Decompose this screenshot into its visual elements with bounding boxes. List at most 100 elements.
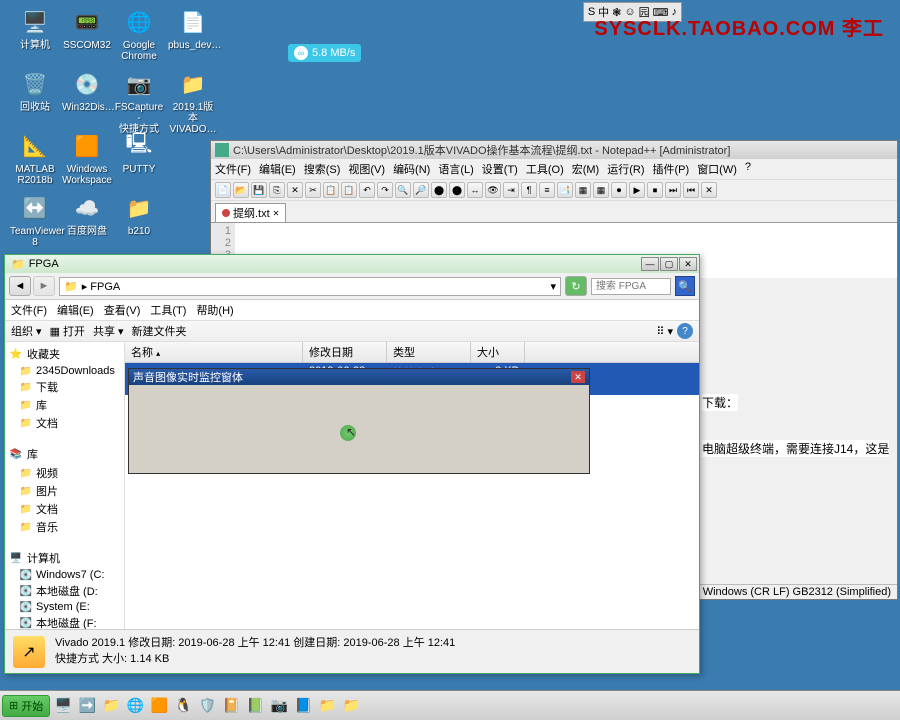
npp-tab-active[interactable]: 提纲.txt ✕ [215, 203, 286, 222]
taskbar-app[interactable]: 📁 [340, 695, 362, 717]
taskbar-app[interactable]: 📔 [220, 695, 242, 717]
tree-node[interactable]: 📁视频 [7, 464, 122, 482]
menu-item[interactable]: 帮助(H) [196, 302, 233, 318]
search-input[interactable] [591, 278, 671, 295]
toolbar-button[interactable]: ↷ [377, 182, 393, 198]
tree-header[interactable]: 📚库 [7, 444, 122, 464]
toolbar-button[interactable]: ¶ [521, 182, 537, 198]
toolbar-button[interactable]: ⏭ [665, 182, 681, 198]
desktop-icon[interactable]: 💿Win32Dis… [62, 68, 112, 113]
menu-item[interactable]: 视图(V) [348, 161, 385, 177]
taskbar-app[interactable]: 🟧 [148, 695, 170, 717]
toolbar-button[interactable]: ⏹ [647, 182, 663, 198]
tree-header[interactable]: 🖥️计算机 [7, 548, 122, 568]
menu-item[interactable]: 文件(F) [215, 161, 251, 177]
start-button[interactable]: ⊞ 开始 [2, 695, 50, 717]
view-button[interactable]: ⠿ ▾ [656, 325, 673, 338]
toolbar-button[interactable]: 🔎 [413, 182, 429, 198]
toolbar-button[interactable]: ✕ [287, 182, 303, 198]
list-header[interactable]: 名称 ▴ 修改日期 类型 大小 [125, 342, 699, 363]
desktop-icon[interactable]: 📄pbus_dev… [168, 6, 218, 51]
menu-item[interactable]: 查看(V) [104, 302, 141, 318]
search-button[interactable]: 🔍 [675, 276, 695, 296]
menu-item[interactable]: 窗口(W) [697, 161, 737, 177]
desktop-icon[interactable]: 🌐GoogleChrome [114, 6, 164, 62]
col-name[interactable]: 名称 ▴ [125, 342, 303, 362]
menu-item[interactable]: 编码(N) [393, 161, 430, 177]
menu-item[interactable]: 编辑(E) [259, 161, 296, 177]
menu-item[interactable]: 运行(R) [607, 161, 644, 177]
desktop-icon[interactable]: 🖥️计算机 [10, 6, 60, 51]
menu-item[interactable]: 工具(O) [526, 161, 564, 177]
npp-titlebar[interactable]: C:\Users\Administrator\Desktop\2019.1版本V… [211, 141, 897, 159]
menu-item[interactable]: 插件(P) [653, 161, 690, 177]
toolbar-button[interactable]: 📋 [323, 182, 339, 198]
tab-close-icon[interactable]: ✕ [273, 209, 280, 218]
back-button[interactable]: ◄ [9, 276, 31, 296]
col-size[interactable]: 大小 [471, 342, 525, 362]
open-button[interactable]: ▦打开 [50, 323, 85, 339]
desktop-icon[interactable]: ↔️TeamViewer8 [10, 192, 60, 248]
popup-window[interactable]: 声音图像实时监控窗体 ✕ [128, 368, 590, 474]
toolbar-button[interactable]: ⇥ [503, 182, 519, 198]
desktop-icon[interactable]: 📐MATLABR2018b [10, 130, 60, 186]
popup-close-icon[interactable]: ✕ [571, 371, 585, 383]
menu-item[interactable]: ? [745, 161, 751, 177]
toolbar-button[interactable]: ✕ [701, 182, 717, 198]
desktop-icon[interactable]: 🖳PUTTY [114, 130, 164, 175]
toolbar-button[interactable]: 📑 [557, 182, 573, 198]
toolbar-button[interactable]: 💾 [251, 182, 267, 198]
tree-node[interactable]: 📁文档 [7, 500, 122, 518]
menu-item[interactable]: 工具(T) [150, 302, 186, 318]
minimize-button[interactable]: — [641, 257, 659, 271]
explorer-tree[interactable]: ⭐收藏夹📁2345Downloads📁下载📁库📁文档📚库📁视频📁图片📁文档📁音乐… [5, 342, 125, 660]
toolbar-button[interactable]: ≡ [539, 182, 555, 198]
explorer-cmdbar[interactable]: 组织 ▾ ▦打开 共享 ▾ 新建文件夹 ⠿ ▾ ? [5, 321, 699, 342]
toolbar-button[interactable]: 🔍 [395, 182, 411, 198]
desktop-icon[interactable]: 📷FSCapture -快捷方式 [114, 68, 164, 135]
toolbar-button[interactable]: ▶ [629, 182, 645, 198]
taskbar-app[interactable]: 🐧 [172, 695, 194, 717]
toolbar-button[interactable]: ▦ [575, 182, 591, 198]
col-date[interactable]: 修改日期 [303, 342, 387, 362]
toolbar-button[interactable]: ✂ [305, 182, 321, 198]
toolbar-button[interactable]: 👁 [485, 182, 501, 198]
toolbar-button[interactable]: ↶ [359, 182, 375, 198]
toolbar-button[interactable]: 📂 [233, 182, 249, 198]
tree-node[interactable]: 💽Windows7 (C: [7, 568, 122, 582]
taskbar-app[interactable]: 🌐 [124, 695, 146, 717]
refresh-button[interactable]: ↻ [565, 276, 587, 296]
toolbar-button[interactable]: ⬤ [431, 182, 447, 198]
menu-item[interactable]: 宏(M) [572, 161, 600, 177]
menu-item[interactable]: 编辑(E) [57, 302, 94, 318]
tree-header[interactable]: ⭐收藏夹 [7, 344, 122, 364]
tree-node[interactable]: 💽System (E: [7, 600, 122, 614]
desktop-icon[interactable]: ☁️百度网盘 [62, 192, 112, 237]
menu-item[interactable]: 搜索(S) [304, 161, 341, 177]
taskbar[interactable]: ⊞ 开始 🖥️➡️📁🌐🟧🐧🛡️📔📗📷📘📁📁 [0, 690, 900, 720]
desktop-icon[interactable]: 📁b210 [114, 192, 164, 237]
menu-item[interactable]: 设置(T) [482, 161, 518, 177]
tree-node[interactable]: 📁图片 [7, 482, 122, 500]
menu-item[interactable]: 语言(L) [438, 161, 473, 177]
explorer-menubar[interactable]: 文件(F)编辑(E)查看(V)工具(T)帮助(H) [5, 300, 699, 321]
tree-node[interactable]: 📁音乐 [7, 518, 122, 536]
toolbar-button[interactable]: ⏮ [683, 182, 699, 198]
fwd-button[interactable]: ► [33, 276, 55, 296]
tree-node[interactable]: 📁下载 [7, 378, 122, 396]
toolbar-button[interactable]: ↔ [467, 182, 483, 198]
tree-node[interactable]: 📁2345Downloads [7, 364, 122, 378]
toolbar-button[interactable]: 📋 [341, 182, 357, 198]
help-button[interactable]: ? [677, 323, 693, 339]
toolbar-button[interactable]: ⎘ [269, 182, 285, 198]
col-type[interactable]: 类型 [387, 342, 471, 362]
npp-toolbar[interactable]: 📄📂💾⎘✕✂📋📋↶↷🔍🔎⬤⬤↔👁⇥¶≡📑▦▦⏺▶⏹⏭⏮✕ [211, 179, 897, 201]
desktop-icon[interactable]: 🟧WindowsWorkspace [62, 130, 112, 186]
taskbar-app[interactable]: 🖥️ [52, 695, 74, 717]
toolbar-button[interactable]: ▦ [593, 182, 609, 198]
explorer-titlebar[interactable]: 📁FPGA — ▢ ✕ [5, 255, 699, 273]
organize-button[interactable]: 组织 ▾ [11, 323, 42, 339]
newfolder-button[interactable]: 新建文件夹 [132, 323, 187, 339]
maximize-button[interactable]: ▢ [660, 257, 678, 271]
npp-tabs[interactable]: 提纲.txt ✕ [211, 201, 897, 223]
